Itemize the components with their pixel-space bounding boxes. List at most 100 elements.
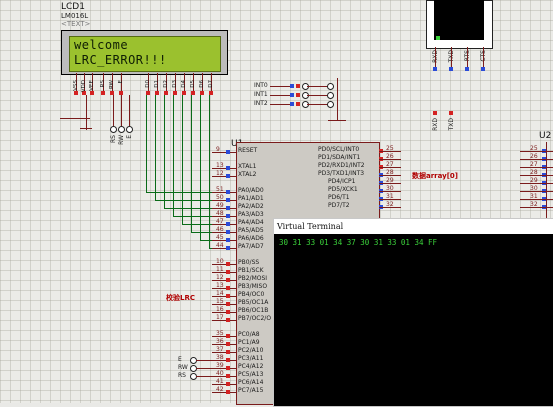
lcd-ctrl-terminal[interactable] xyxy=(126,126,133,133)
lcd-line-2: LRC_ERROR!!! xyxy=(74,53,167,67)
mcu-pin-label: PC0/A8 xyxy=(238,331,260,338)
mcu-pin-lead xyxy=(379,167,401,168)
mcu-pin-lead xyxy=(212,248,236,249)
lcd-screen: welcome LRC_ERROR!!! xyxy=(69,36,221,72)
mcu-pin-lead xyxy=(212,240,236,241)
pc-wire-label: RS xyxy=(178,372,186,379)
connector-pin xyxy=(465,67,469,71)
switch-node[interactable] xyxy=(327,101,334,108)
lcd-pin-label: VDD xyxy=(81,80,87,93)
pc-wire-lead xyxy=(196,368,212,369)
mcu-pin-marker xyxy=(226,238,230,242)
mcu2-ref: U2 xyxy=(539,131,552,141)
switch-node[interactable] xyxy=(327,83,334,90)
mcu-pin-label: XTAL2 xyxy=(238,171,257,178)
mcu-pin-label: PC1/A9 xyxy=(238,339,260,346)
mcu-pin-label: PA7/AD7 xyxy=(238,243,264,250)
mcu-pin-marker xyxy=(226,302,230,306)
mcu-pin-label: PD7/T2 xyxy=(328,202,350,209)
mcu-pin-marker xyxy=(226,174,230,178)
connector-lead xyxy=(467,47,468,69)
ground-symbol xyxy=(80,128,92,137)
mcu-pin-marker xyxy=(226,246,230,250)
lcd-pin-label: VSS xyxy=(73,80,79,91)
mcu-pin-label: PB4/OC0 xyxy=(238,291,265,298)
switch-pin xyxy=(290,93,294,97)
mcu-pin-lead xyxy=(212,320,236,321)
switch-contact[interactable] xyxy=(296,102,300,106)
bus-wire-horizontal xyxy=(164,208,212,209)
mcu-pin-label: PD6/T1 xyxy=(328,194,350,201)
lcd-ctrl-lead xyxy=(129,95,130,126)
u2-pin-lead xyxy=(520,183,553,184)
connector-pin xyxy=(433,67,437,71)
mcu-pin-lead xyxy=(212,176,236,177)
mcu-pin-label: PA5/AD5 xyxy=(238,227,264,234)
switch-contact[interactable] xyxy=(296,84,300,88)
pc-wire-lead xyxy=(196,376,212,377)
mcu-pin-label: PB6/OC1B xyxy=(238,307,269,314)
switch-contact[interactable] xyxy=(296,93,300,97)
bus-wire-vertical xyxy=(146,95,147,192)
bus-wire-vertical xyxy=(182,95,183,224)
switch-node[interactable] xyxy=(327,92,334,99)
connector-pin xyxy=(481,67,485,71)
mcu-pin-marker xyxy=(226,286,230,290)
bus-wire-vertical xyxy=(173,95,174,216)
mcu-pin-marker xyxy=(226,262,230,266)
mcu-pin-label: PC2/A10 xyxy=(238,347,264,354)
mcu-pin-lead xyxy=(379,159,401,160)
mcu-pin-marker xyxy=(226,318,230,322)
mcu-pin-lead xyxy=(212,192,236,193)
mcu-pin-lead xyxy=(379,183,401,184)
mcu-pin-lead xyxy=(212,384,236,385)
lcd-pin-label: E xyxy=(118,80,124,84)
mcu-pin-label: PA3/AD3 xyxy=(238,211,264,218)
lcd-pin-marker xyxy=(90,91,94,95)
lcd-pin-label: D6 xyxy=(199,80,205,88)
mcu-pin-label: PD2/RXD1/INT2 xyxy=(318,162,365,169)
data-annotation: 数据array[0] xyxy=(412,172,458,180)
lcd-ctrl-lead xyxy=(113,95,114,126)
mcu-pin-lead xyxy=(212,168,236,169)
mcu-pin-label: PB5/OC1A xyxy=(238,299,269,306)
switch-net-label: INT0 xyxy=(254,82,268,89)
lrc-annotation: 校验LRC xyxy=(166,294,195,302)
u2-pin-lead xyxy=(520,175,553,176)
mcu-pin-label: PD1/SDA/INT1 xyxy=(318,154,361,161)
mcu-pin-marker xyxy=(226,334,230,338)
mcu-pin-lead xyxy=(212,392,236,393)
mcu-pin-lead xyxy=(212,296,236,297)
lcd-pin-label: D4 xyxy=(181,80,187,88)
mcu-pin-label: PC7/A15 xyxy=(238,387,264,394)
mcu-pin-label: PC6/A14 xyxy=(238,379,264,386)
pc-wire-label: RW xyxy=(178,364,188,371)
mcu-pin-lead xyxy=(212,208,236,209)
switch-net-label: INT1 xyxy=(254,91,268,98)
mcu-pin-marker xyxy=(226,150,230,154)
u2-pin-lead xyxy=(520,151,553,152)
lcd-pin-label: VEE xyxy=(89,80,95,91)
mcu-pin-lead xyxy=(212,344,236,345)
mcu-pin-lead xyxy=(212,288,236,289)
mcu-pin-label: PA6/AD6 xyxy=(238,235,264,242)
lcd-model: LM016L xyxy=(61,12,89,20)
lcd-pin-label: D5 xyxy=(190,80,196,88)
terminal-title[interactable]: Virtual Terminal xyxy=(274,219,553,234)
switch-net-label: INT2 xyxy=(254,100,268,107)
bus-wire-vertical xyxy=(200,95,201,240)
connector-lead xyxy=(435,47,436,69)
mcu-pin-lead xyxy=(379,175,401,176)
u2-pin-lead xyxy=(520,191,553,192)
bus-wire-horizontal xyxy=(173,216,212,217)
mcu-pin-marker xyxy=(226,374,230,378)
lcd-pin-label: RW xyxy=(109,80,115,90)
lcd-text-tag: <TEXT> xyxy=(61,20,91,28)
mcu-pin-label: PC4/A12 xyxy=(238,363,264,370)
lcd-ctrl-terminal[interactable] xyxy=(110,126,117,133)
mcu-pin-marker xyxy=(226,222,230,226)
mcu-pin-lead xyxy=(379,151,401,152)
lcd-ctrl-terminal[interactable] xyxy=(118,126,125,133)
switch-arm xyxy=(307,104,329,105)
u2-edge xyxy=(546,142,547,222)
